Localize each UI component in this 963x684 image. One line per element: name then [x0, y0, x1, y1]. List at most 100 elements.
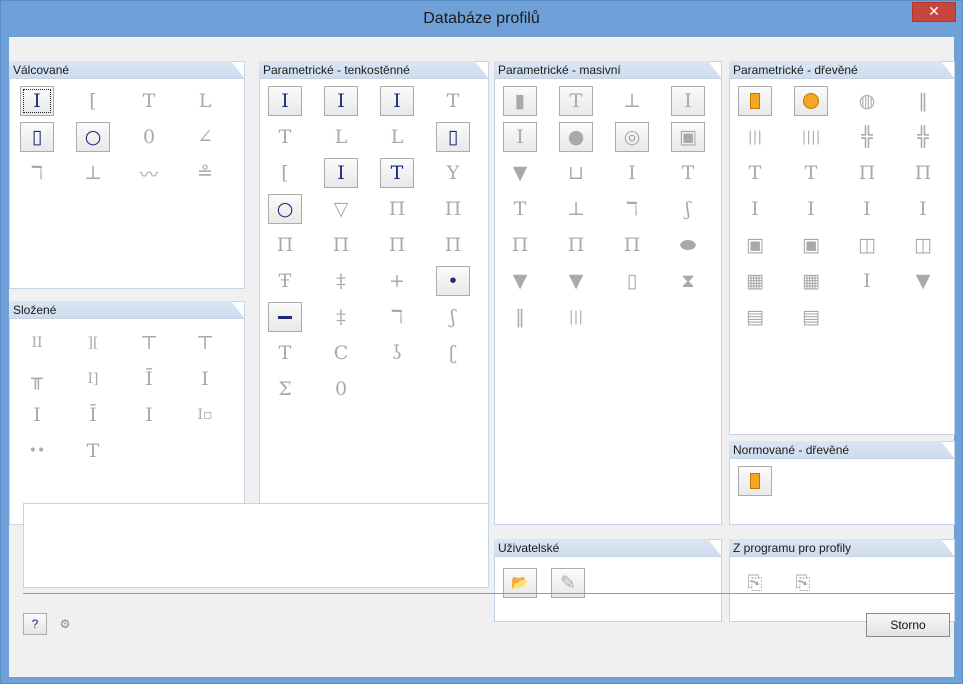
- param-triangle-button[interactable]: ▽: [324, 194, 358, 224]
- angle-section-button[interactable]: L: [188, 86, 222, 116]
- timber-i5-button[interactable]: I: [850, 266, 884, 296]
- i-stiffened-button[interactable]: I: [20, 400, 54, 430]
- timber-three-button[interactable]: |||: [738, 122, 772, 152]
- solid-two-rect-button[interactable]: ‖: [503, 302, 537, 332]
- i-tube-button[interactable]: I▫: [188, 400, 222, 430]
- norm-timber-rect-button[interactable]: [738, 466, 772, 496]
- param-i-welded-button[interactable]: I: [324, 158, 358, 188]
- timber-t2-button[interactable]: T: [794, 158, 828, 188]
- param-flat-bar-button[interactable]: [268, 302, 302, 332]
- double-t-button[interactable]: ╥: [20, 364, 54, 394]
- param-pi-double-button[interactable]: Π: [268, 230, 302, 260]
- solid-i-taper-button[interactable]: I: [615, 158, 649, 188]
- solid-pi-taper-button[interactable]: Π: [615, 230, 649, 260]
- timber-cross-button[interactable]: ╬: [850, 122, 884, 152]
- param-pi-triple-button[interactable]: Π: [324, 230, 358, 260]
- solid-z-button[interactable]: ℸ: [615, 194, 649, 224]
- timber-box-button[interactable]: ▣: [738, 230, 772, 260]
- param-y-button[interactable]: Y: [436, 158, 470, 188]
- solid-oval-button[interactable]: ⬬: [671, 230, 705, 260]
- solid-s-button[interactable]: ʃ: [671, 194, 705, 224]
- param-dot-button[interactable]: •: [436, 266, 470, 296]
- timber-taper-button[interactable]: ▼: [906, 266, 940, 296]
- help-button[interactable]: ?: [23, 613, 47, 635]
- oval-section-button[interactable]: 0: [132, 122, 166, 152]
- units-button[interactable]: ⚙: [53, 613, 77, 635]
- timber-grid2-button[interactable]: ▦: [794, 266, 828, 296]
- solid-pi-wide-button[interactable]: Π: [559, 230, 593, 260]
- t-section-button[interactable]: T: [132, 86, 166, 116]
- double-channel-button[interactable]: ][: [76, 328, 110, 358]
- param-t-button[interactable]: T: [436, 86, 470, 116]
- param-t-welded-button[interactable]: T: [380, 158, 414, 188]
- timber-t-button[interactable]: T: [738, 158, 772, 188]
- i-plate-button[interactable]: Ī: [132, 364, 166, 394]
- timber-box3-button[interactable]: ◫: [850, 230, 884, 260]
- param-t-thin-button[interactable]: T: [268, 122, 302, 152]
- double-angle-button[interactable]: ⊤: [188, 328, 222, 358]
- unequal-angle-button[interactable]: ∠: [188, 122, 222, 152]
- timber-i3-button[interactable]: I: [850, 194, 884, 224]
- param-sigma-lip-button[interactable]: ʖ: [380, 338, 414, 368]
- storno-button[interactable]: Storno: [866, 613, 950, 637]
- solid-t-beam2-button[interactable]: ▼: [559, 266, 593, 296]
- solid-three-rect-button[interactable]: |||: [559, 302, 593, 332]
- channel-section-button[interactable]: [: [76, 86, 110, 116]
- param-oval-button[interactable]: 0: [324, 374, 358, 404]
- solid-box-button[interactable]: ▣: [671, 122, 705, 152]
- param-i-tapered-button[interactable]: I: [380, 86, 414, 116]
- solid-t-taper-button[interactable]: T: [671, 158, 705, 188]
- timber-pi2-button[interactable]: Π: [906, 158, 940, 188]
- i-cover-button[interactable]: I: [188, 364, 222, 394]
- timber-round-button[interactable]: ◍: [850, 86, 884, 116]
- i-channel-button[interactable]: I]: [76, 364, 110, 394]
- t-plate-button[interactable]: ⊤: [132, 328, 166, 358]
- z-section-button[interactable]: ℸ: [20, 158, 54, 188]
- param-i-rib2-button[interactable]: ‡: [324, 266, 358, 296]
- solid-u-button[interactable]: ⊔: [559, 158, 593, 188]
- param-pi-flange-button[interactable]: Π: [436, 194, 470, 224]
- timber-box2-button[interactable]: ▣: [794, 230, 828, 260]
- solid-i-wide-button[interactable]: I: [503, 122, 537, 152]
- double-i-button[interactable]: II: [20, 328, 54, 358]
- timber-lam-button[interactable]: ▤: [738, 302, 772, 332]
- timber-two-button[interactable]: ‖: [906, 86, 940, 116]
- param-i-stud-button[interactable]: ‡: [324, 302, 358, 332]
- small-i-button[interactable]: I: [132, 400, 166, 430]
- solid-hourglass-button[interactable]: ⧗: [671, 266, 705, 296]
- param-cross-button[interactable]: +: [380, 266, 414, 296]
- rail-section-button[interactable]: ⊥: [76, 158, 110, 188]
- rect-hollow-section-button[interactable]: ▯: [20, 122, 54, 152]
- solid-ring-button[interactable]: ◎: [615, 122, 649, 152]
- solid-t-step-button[interactable]: T: [503, 194, 537, 224]
- t-stem-button[interactable]: T: [76, 436, 110, 466]
- i-section-button[interactable]: I: [20, 86, 54, 116]
- timber-grid-button[interactable]: ▦: [738, 266, 772, 296]
- timber-cross2-button[interactable]: ╬: [906, 122, 940, 152]
- i-t-button[interactable]: Ī: [76, 400, 110, 430]
- param-pi-button[interactable]: Π: [380, 194, 414, 224]
- timber-lam2-button[interactable]: ▤: [794, 302, 828, 332]
- param-l-button[interactable]: L: [324, 122, 358, 152]
- param-i-button[interactable]: I: [268, 86, 302, 116]
- timber-rect-button[interactable]: [738, 86, 772, 116]
- solid-circle-button[interactable]: ●: [559, 122, 593, 152]
- param-c-return-button[interactable]: ʗ: [436, 338, 470, 368]
- param-channel-button[interactable]: [: [268, 158, 302, 188]
- param-l-unequal-button[interactable]: L: [380, 122, 414, 152]
- param-i-unsym-button[interactable]: I: [324, 86, 358, 116]
- param-sigma-button[interactable]: Σ: [268, 374, 302, 404]
- circle-hollow-section-button[interactable]: ○: [76, 122, 110, 152]
- sheet-pile-button[interactable]: 〰: [132, 158, 166, 188]
- solid-trapezoid-button[interactable]: ▼: [503, 158, 537, 188]
- param-tube-button[interactable]: ○: [268, 194, 302, 224]
- timber-i-button[interactable]: I: [738, 194, 772, 224]
- solid-inv-t-button[interactable]: ⊥: [615, 86, 649, 116]
- timber-four-button[interactable]: ||||: [794, 122, 828, 152]
- solid-l-step-button[interactable]: ⊥: [559, 194, 593, 224]
- param-i-rib-button[interactable]: Ŧ: [268, 266, 302, 296]
- param-pi-lip-button[interactable]: Π: [436, 230, 470, 260]
- solid-i-button[interactable]: I: [671, 86, 705, 116]
- crane-rail-button[interactable]: ≗: [188, 158, 222, 188]
- param-pi-open-button[interactable]: Π: [380, 230, 414, 260]
